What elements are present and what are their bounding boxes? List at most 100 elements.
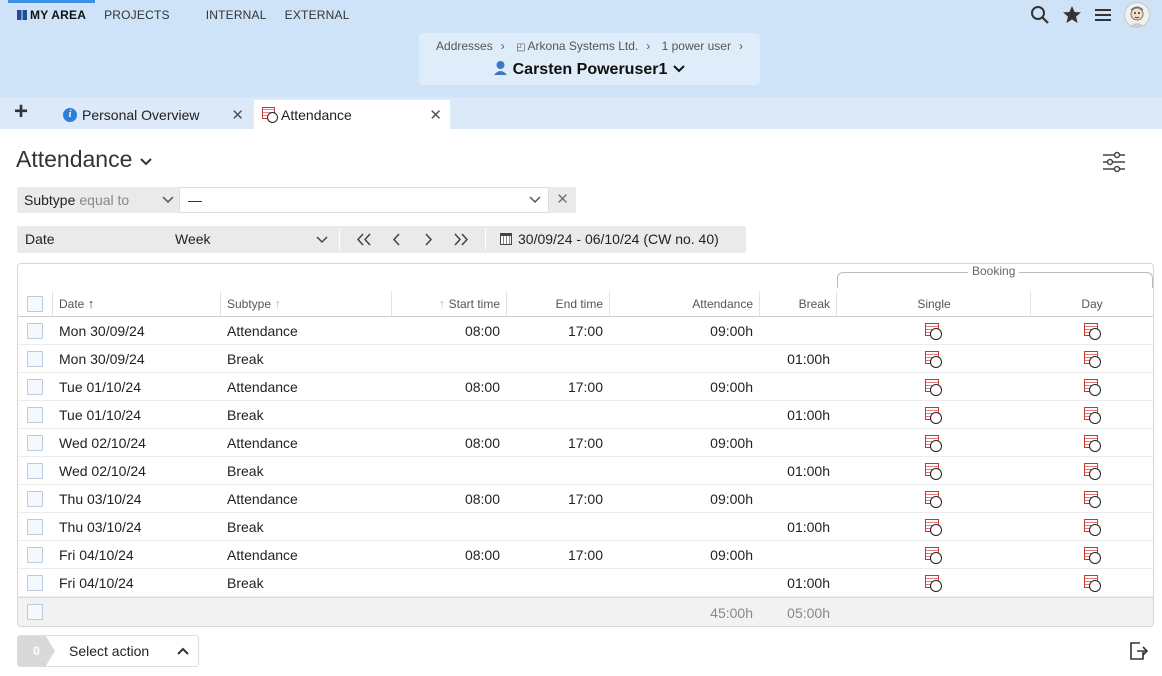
filter-field-select[interactable]: Subtype equal to <box>17 187 179 213</box>
tab-personal-overview[interactable]: i Personal Overview ✕ <box>55 100 252 129</box>
column-header-day[interactable]: Day <box>1031 291 1153 317</box>
column-header-start-time[interactable]: ↑ Start time <box>392 291 506 317</box>
avatar[interactable] <box>1124 2 1150 28</box>
column-header-break[interactable]: Break <box>760 291 836 317</box>
totals-row: 45:00h 05:00h <box>18 597 1153 626</box>
row-checkbox[interactable] <box>27 435 43 451</box>
row-subtype: Attendance <box>227 491 298 507</box>
export-icon[interactable] <box>1128 641 1149 664</box>
day-booking-icon[interactable] <box>1084 351 1101 368</box>
column-header-attendance[interactable]: Attendance <box>610 291 759 317</box>
person-selector[interactable]: Carsten Poweruser1 <box>419 60 760 79</box>
table-row[interactable]: Thu 03/10/24 Break 01:00h <box>18 513 1153 541</box>
previous-period-button[interactable] <box>391 226 401 261</box>
day-booking-icon[interactable] <box>1084 519 1101 536</box>
row-checkbox[interactable] <box>27 575 43 591</box>
day-booking-icon[interactable] <box>1084 407 1101 424</box>
single-booking-icon[interactable] <box>925 379 942 396</box>
clear-filter-button[interactable]: ✕ <box>549 187 576 213</box>
table-row[interactable]: Mon 30/09/24 Attendance 08:00 17:00 09:00h <box>18 317 1153 345</box>
date-range-picker[interactable]: 30/09/24 - 06/10/24 (CW no. 40) <box>500 226 719 253</box>
table-row[interactable]: Thu 03/10/24 Attendance 08:00 17:00 09:00h <box>18 485 1153 513</box>
row-checkbox[interactable] <box>27 547 43 563</box>
table-row[interactable]: Tue 01/10/24 Break 01:00h <box>18 401 1153 429</box>
search-icon[interactable] <box>1030 5 1050 25</box>
table-row[interactable]: Mon 30/09/24 Break 01:00h <box>18 345 1153 373</box>
row-checkbox[interactable] <box>27 323 43 339</box>
single-booking-icon[interactable] <box>925 323 942 340</box>
column-header-single[interactable]: Single <box>837 291 1031 317</box>
table-row[interactable]: Wed 02/10/24 Break 01:00h <box>18 457 1153 485</box>
sort-ascending-icon: ↑ <box>87 296 95 311</box>
booking-column-group: Booking <box>837 264 1153 288</box>
table-row[interactable]: Wed 02/10/24 Attendance 08:00 17:00 09:00h <box>18 429 1153 457</box>
nav-projects[interactable]: PROJECTS <box>95 0 179 30</box>
table-row[interactable]: Fri 04/10/24 Attendance 08:00 17:00 09:00h <box>18 541 1153 569</box>
row-checkbox[interactable] <box>27 519 43 535</box>
row-attendance <box>616 569 753 597</box>
sort-icon: ↑ <box>274 296 281 311</box>
row-checkbox[interactable] <box>27 351 43 367</box>
row-attendance <box>616 513 753 541</box>
day-booking-icon[interactable] <box>1084 379 1101 396</box>
single-booking-icon[interactable] <box>925 407 942 424</box>
period-select[interactable]: Week <box>167 228 333 251</box>
breadcrumb-user-group[interactable]: 1 power user <box>662 39 731 53</box>
row-checkbox[interactable] <box>27 407 43 423</box>
day-booking-icon[interactable] <box>1084 323 1101 340</box>
single-booking-icon[interactable] <box>925 519 942 536</box>
totals-checkbox[interactable] <box>27 604 43 620</box>
single-booking-icon[interactable] <box>925 547 942 564</box>
column-header-date[interactable]: Date ↑ <box>53 291 100 317</box>
company-icon: ◰ <box>516 42 526 53</box>
row-checkbox[interactable] <box>27 463 43 479</box>
row-attendance <box>616 457 753 485</box>
day-booking-icon[interactable] <box>1084 435 1101 452</box>
row-start-time: 08:00 <box>464 379 500 395</box>
column-header-end-time[interactable]: End time <box>507 291 609 317</box>
row-end-time <box>513 513 603 541</box>
day-booking-icon[interactable] <box>1084 463 1101 480</box>
next-period-button[interactable] <box>424 226 434 261</box>
table-row[interactable]: Fri 04/10/24 Break 01:00h <box>18 569 1153 597</box>
nav-external[interactable]: EXTERNAL <box>276 0 359 30</box>
breadcrumb-company[interactable]: ◰ Arkona Systems Ltd. <box>516 39 638 53</box>
table-row[interactable]: Tue 01/10/24 Attendance 08:00 17:00 09:00h <box>18 373 1153 401</box>
settings-sliders-icon[interactable] <box>1102 151 1126 176</box>
close-icon[interactable]: ✕ <box>231 106 244 124</box>
filter-value: — <box>188 192 202 208</box>
row-end-time <box>513 345 603 373</box>
attendance-icon <box>262 107 278 123</box>
nav-internal[interactable]: INTERNAL <box>197 0 276 30</box>
my-area-icon <box>17 10 27 20</box>
last-period-button[interactable] <box>453 226 469 261</box>
single-booking-icon[interactable] <box>925 351 942 368</box>
star-icon[interactable] <box>1062 5 1082 25</box>
day-booking-icon[interactable] <box>1084 547 1101 564</box>
column-header-subtype[interactable]: Subtype ↑ <box>221 291 287 317</box>
row-checkbox[interactable] <box>27 491 43 507</box>
day-booking-icon[interactable] <box>1084 575 1101 592</box>
main-nav: MY AREA PROJECTS INTERNAL EXTERNAL <box>0 0 359 30</box>
menu-icon[interactable] <box>1094 7 1112 23</box>
row-break <box>766 541 830 569</box>
add-tab-button[interactable]: + <box>14 100 28 124</box>
row-checkbox[interactable] <box>27 379 43 395</box>
single-booking-icon[interactable] <box>925 575 942 592</box>
row-date: Tue 01/10/24 <box>59 407 141 423</box>
page-title[interactable]: Attendance <box>16 146 153 173</box>
close-icon[interactable]: ✕ <box>429 106 442 124</box>
single-booking-icon[interactable] <box>925 435 942 452</box>
first-period-button[interactable] <box>356 226 372 261</box>
filter-operator: equal to <box>79 192 130 208</box>
attendance-table: Booking Date ↑ Subtype ↑ ↑ Start time En… <box>17 263 1154 627</box>
nav-my-area[interactable]: MY AREA <box>0 0 96 30</box>
select-all-checkbox[interactable] <box>27 296 43 312</box>
day-booking-icon[interactable] <box>1084 491 1101 508</box>
single-booking-icon[interactable] <box>925 491 942 508</box>
row-start-time <box>398 401 500 429</box>
single-booking-icon[interactable] <box>925 463 942 480</box>
tab-attendance[interactable]: Attendance ✕ <box>254 100 450 129</box>
filter-value-select[interactable]: — <box>179 187 549 213</box>
breadcrumb-addresses[interactable]: Addresses <box>436 39 493 53</box>
